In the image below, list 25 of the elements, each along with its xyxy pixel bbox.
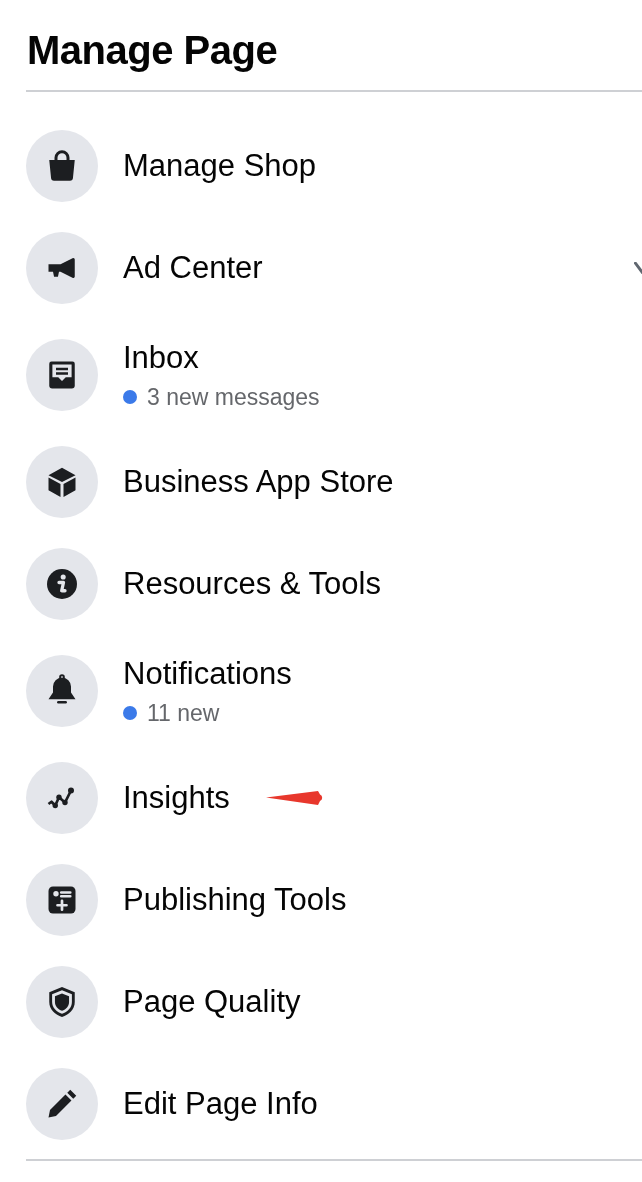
menu-item[interactable]: Publishing Tools — [0, 849, 642, 951]
menu-item[interactable]: Page Quality — [0, 951, 642, 1053]
status-text: 3 new messages — [147, 383, 320, 411]
chevron-icon — [634, 262, 642, 274]
menu-item[interactable]: Business App Store — [0, 431, 642, 533]
menu-item[interactable]: Ad Center — [0, 217, 642, 319]
menu-item[interactable]: Manage Shop — [0, 115, 642, 217]
menu-item[interactable]: Resources & Tools — [0, 533, 642, 635]
menu-item-label: Insights — [123, 779, 230, 817]
menu-item-label: Edit Page Info — [123, 1085, 318, 1123]
menu-item-label: Publishing Tools — [123, 881, 347, 919]
menu-item[interactable]: Inbox 3 new messages — [0, 319, 642, 431]
menu-item-label: Ad Center — [123, 249, 263, 287]
menu-item[interactable]: Insights — [0, 747, 642, 849]
menu-item-label: Notifications — [123, 655, 292, 693]
menu-item[interactable]: Edit Page Info — [0, 1053, 642, 1155]
info-icon — [44, 566, 80, 602]
menu-item-label: Manage Shop — [123, 147, 317, 185]
page-title: Manage Page — [26, 27, 279, 74]
menu-item-label: Business App Store — [123, 463, 394, 501]
status-text: 11 new — [147, 699, 220, 727]
menu-item-label: Resources & Tools — [123, 565, 381, 603]
menu-item-label: Page Quality — [123, 983, 301, 1021]
menu-item-label: Inbox — [123, 339, 200, 377]
menu-item[interactable]: Notifications 11 new — [0, 635, 642, 747]
